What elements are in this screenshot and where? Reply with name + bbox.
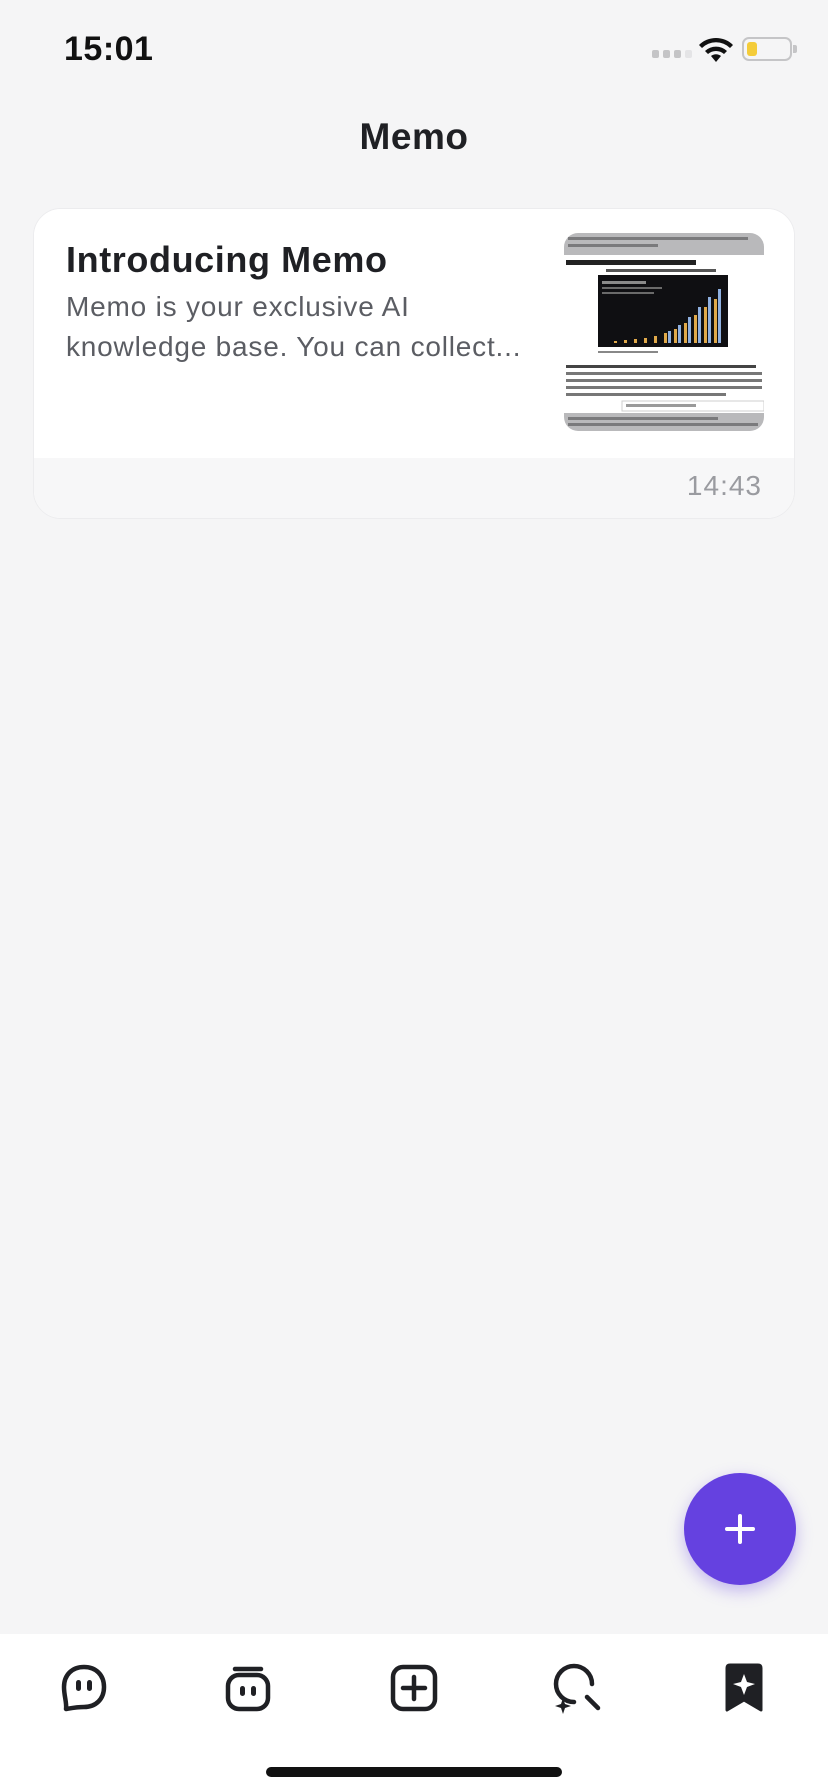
signal-icon bbox=[652, 50, 692, 58]
plus-icon bbox=[725, 1514, 755, 1544]
status-bar: 15:01 bbox=[0, 0, 828, 100]
tab-chat[interactable] bbox=[54, 1658, 114, 1718]
memo-card-body[interactable]: Introducing Memo Memo is your exclusive … bbox=[34, 209, 794, 458]
memo-title: Introducing Memo bbox=[66, 239, 388, 280]
tab-memo[interactable] bbox=[714, 1658, 774, 1718]
wifi-icon bbox=[699, 37, 733, 62]
tab-bots[interactable] bbox=[218, 1658, 278, 1718]
discover-search-icon bbox=[553, 1663, 601, 1714]
memo-card-footer: 14:43 bbox=[34, 458, 794, 518]
status-time: 15:01 bbox=[64, 30, 154, 68]
battery-icon bbox=[742, 37, 797, 61]
memo-snippet: Memo is your exclusive AI knowledge base… bbox=[66, 291, 522, 362]
bot-icon bbox=[225, 1666, 271, 1712]
chat-bot-face-icon bbox=[61, 1664, 107, 1712]
plus-square-icon bbox=[390, 1664, 438, 1712]
tab-discover[interactable] bbox=[548, 1658, 608, 1718]
home-indicator bbox=[266, 1767, 562, 1777]
bookmark-star-icon bbox=[725, 1663, 763, 1712]
memo-card[interactable]: Introducing Memo Memo is your exclusive … bbox=[33, 208, 795, 519]
add-memo-button[interactable] bbox=[684, 1473, 796, 1585]
memo-timestamp: 14:43 bbox=[686, 470, 762, 501]
tab-create[interactable] bbox=[384, 1658, 444, 1718]
memo-thumbnail bbox=[564, 233, 764, 431]
page-title: Memo bbox=[359, 116, 469, 157]
